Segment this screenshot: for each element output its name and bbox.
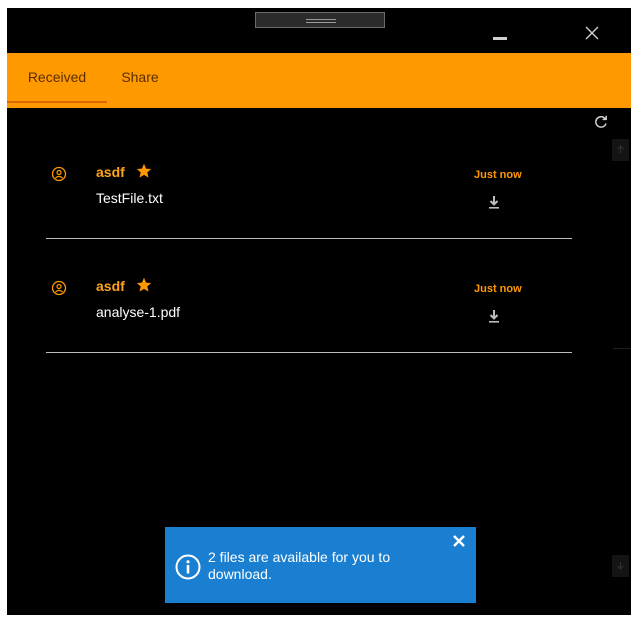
divider bbox=[46, 352, 572, 353]
tab-share-label: Share bbox=[121, 69, 159, 85]
scroll-down-button[interactable] bbox=[612, 555, 629, 577]
avatar-icon bbox=[51, 166, 67, 182]
file-name: TestFile.txt bbox=[96, 190, 163, 206]
arrow-up-icon bbox=[617, 145, 624, 153]
info-icon bbox=[175, 554, 201, 580]
list-item: asdf analyse-1.pdf Just now bbox=[46, 273, 572, 353]
scroll-track[interactable] bbox=[613, 348, 631, 349]
sender-name: asdf bbox=[96, 278, 125, 294]
app-window: Received Share asdf TestFile.txt Just no… bbox=[7, 8, 631, 615]
divider bbox=[46, 238, 572, 239]
star-icon[interactable] bbox=[136, 163, 152, 179]
download-icon[interactable] bbox=[487, 308, 501, 324]
refresh-button[interactable] bbox=[593, 114, 613, 134]
tab-received-label: Received bbox=[27, 69, 87, 85]
file-name: analyse-1.pdf bbox=[96, 304, 181, 320]
minimize-icon bbox=[493, 37, 507, 40]
tab-received[interactable]: Received bbox=[7, 53, 107, 108]
drag-handle[interactable] bbox=[255, 12, 385, 28]
arrow-down-icon bbox=[617, 562, 624, 570]
close-icon bbox=[585, 26, 599, 40]
list-item: asdf TestFile.txt Just now bbox=[46, 159, 572, 239]
notification-message: 2 files are available for you to downloa… bbox=[208, 549, 391, 582]
close-window-button[interactable] bbox=[577, 18, 607, 48]
refresh-icon bbox=[595, 115, 607, 128]
tab-bar: Received Share bbox=[7, 53, 631, 108]
download-icon[interactable] bbox=[487, 194, 501, 210]
tab-share[interactable]: Share bbox=[110, 53, 170, 108]
timestamp: Just now bbox=[474, 283, 522, 295]
close-icon[interactable] bbox=[452, 534, 466, 548]
star-icon[interactable] bbox=[136, 277, 152, 293]
timestamp: Just now bbox=[474, 169, 522, 181]
notification-toast: 2 files are available for you to downloa… bbox=[165, 527, 476, 603]
active-tab-indicator bbox=[7, 101, 107, 103]
sender-name: asdf bbox=[96, 164, 125, 180]
avatar-icon bbox=[51, 280, 67, 296]
title-bar bbox=[7, 8, 631, 53]
scroll-up-button[interactable] bbox=[612, 139, 629, 161]
minimize-button[interactable] bbox=[485, 18, 515, 48]
